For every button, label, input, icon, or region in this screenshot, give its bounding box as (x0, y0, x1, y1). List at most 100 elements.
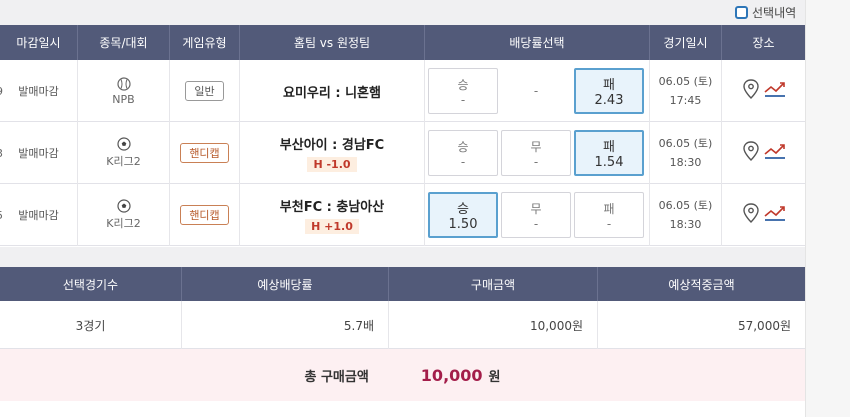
game-type-cell: 일반 (170, 60, 240, 122)
date-cell: 06.05 (토) 18:30 (650, 122, 722, 184)
soccer-icon (116, 137, 131, 151)
selected-game-count: 3경기 (0, 301, 182, 349)
league-name: NPB (112, 92, 135, 106)
odds-win-button[interactable]: 승 - (428, 68, 498, 114)
game-type-cell: 핸디캡 (170, 122, 240, 184)
selection-history-toggle[interactable]: 선택내역 (735, 2, 796, 22)
expected-payout: 57,000원 (737, 318, 791, 333)
odds-lose-label: 패 (603, 78, 615, 93)
sport-cell: NPB (78, 60, 170, 122)
odds-win-button[interactable]: 승 1.50 (428, 192, 498, 238)
sport-cell: K리그2 (78, 184, 170, 246)
game-row: 9 발매마감 NPB 일반 요미우리 : 니혼햄 승 - - 패 2.43 06… (0, 60, 805, 122)
game-time: 18:30 (669, 218, 702, 231)
place-cell (722, 122, 805, 184)
location-pin-icon[interactable] (741, 78, 761, 104)
summary-col-amount: 구매금액 (389, 267, 598, 301)
stats-chart-icon[interactable] (763, 142, 787, 164)
sport-cell: K리그2 (78, 122, 170, 184)
total-unit: 원 (488, 369, 501, 385)
game-type-badge: 일반 (185, 81, 224, 101)
league-name: K리그2 (106, 155, 141, 168)
deadline-status: 발매마감 (18, 147, 59, 160)
league-name: K리그2 (106, 217, 141, 230)
odds-lose-value: - (606, 216, 612, 231)
odds-draw-value: - (533, 84, 539, 98)
odds-lose-label: 패 (603, 140, 615, 155)
odds-draw-button[interactable]: 무 - (501, 130, 571, 176)
odds-lose-button[interactable]: 패 1.54 (574, 130, 644, 176)
odds-win-value: - (460, 154, 466, 169)
checkbox[interactable] (735, 5, 748, 19)
odds-cell: 승 1.50 무 - 패 - (425, 184, 650, 246)
soccer-icon (116, 199, 131, 213)
odds-win-label: 승 (457, 202, 469, 217)
summary-col-odds: 예상배당률 (182, 267, 389, 301)
game-time: 17:45 (669, 94, 702, 107)
baseball-icon (116, 76, 131, 91)
selection-history-label: 선택내역 (752, 5, 797, 20)
place-cell (722, 60, 805, 122)
total-amount: 10,000 (420, 365, 483, 385)
col-date: 경기일시 (650, 25, 722, 60)
deadline-cell: 5 발매마감 (0, 184, 78, 246)
odds-draw-button[interactable]: 무 - (501, 192, 571, 238)
odds-win-value: - (460, 92, 466, 107)
deadline-cell: 3 발매마감 (0, 122, 78, 184)
odds-win-label: 승 (457, 77, 469, 92)
location-pin-icon[interactable] (741, 140, 761, 166)
game-row: 5 발매마감 K리그2 핸디캡 부천FC : 충남아산 H +1.0 승 1.5… (0, 184, 805, 246)
game-time: 18:30 (669, 156, 702, 169)
odds-lose-button[interactable]: 패 - (574, 192, 644, 238)
odds-lose-value: 2.43 (594, 93, 624, 108)
summary-header: 선택경기수 예상배당률 구매금액 예상적중금액 (0, 267, 805, 301)
matchup: 부천FC : 충남아산 (279, 200, 385, 215)
stats-chart-icon[interactable] (763, 80, 787, 102)
summary-col-expected: 예상적중금액 (668, 277, 735, 292)
matchup: 부산아이 : 경남FC (279, 138, 385, 153)
col-sport: 종목/대회 (78, 25, 170, 60)
deadline-status: 발매마감 (18, 209, 59, 222)
odds-draw-value: - (533, 216, 539, 231)
game-date: 06.05 (토) (658, 137, 713, 150)
odds-win-button[interactable]: 승 - (428, 130, 498, 176)
expected-odds: 5.7배 (182, 301, 389, 349)
place-cell (722, 184, 805, 246)
teams-cell: 부산아이 : 경남FC H -1.0 (240, 122, 425, 184)
stats-chart-icon[interactable] (763, 204, 787, 226)
deadline-cell: 9 발매마감 (0, 60, 78, 122)
teams-cell: 부천FC : 충남아산 H +1.0 (240, 184, 425, 246)
col-game-type: 게임유형 (170, 25, 240, 60)
handicap-value: H +1.0 (305, 219, 359, 234)
game-type-badge: 핸디캡 (180, 143, 229, 163)
date-cell: 06.05 (토) 17:45 (650, 60, 722, 122)
col-odds: 배당률선택 (425, 25, 650, 60)
game-number: 3 (0, 147, 3, 160)
odds-draw-button[interactable]: - (501, 68, 571, 114)
odds-draw-label: 무 (530, 139, 542, 154)
odds-lose-label: 패 (603, 201, 615, 216)
odds-draw-value: - (533, 154, 539, 169)
game-number: 5 (0, 209, 3, 222)
summary-col-count: 선택경기수 (0, 267, 182, 301)
game-date: 06.05 (토) (658, 199, 713, 212)
matchup: 요미우리 : 니혼햄 (283, 85, 381, 101)
scrollbar[interactable] (805, 0, 850, 417)
odds-lose-button[interactable]: 패 2.43 (574, 68, 644, 114)
odds-win-value: 1.50 (448, 217, 478, 232)
location-pin-icon[interactable] (741, 202, 761, 228)
purchase-amount: 10,000원 (389, 301, 598, 349)
game-type-badge: 핸디캡 (180, 205, 229, 225)
date-cell: 06.05 (토) 18:30 (650, 184, 722, 246)
game-row: 3 발매마감 K리그2 핸디캡 부산아이 : 경남FC H -1.0 승 - 무… (0, 122, 805, 184)
purchase-summary: 선택경기수 예상배당률 구매금액 예상적중금액 3경기 5.7배 10,000원… (0, 267, 805, 417)
total-purchase: 총 구매금액 10,000 원 (0, 349, 805, 401)
col-place: 장소 (752, 36, 775, 50)
game-type-cell: 핸디캡 (170, 184, 240, 246)
handicap-value: H -1.0 (307, 157, 357, 172)
summary-values: 3경기 5.7배 10,000원 57,000원 (0, 301, 805, 349)
odds-win-label: 승 (457, 139, 469, 154)
total-label: 총 구매금액 (304, 369, 369, 385)
odds-draw-label: 무 (530, 201, 542, 216)
game-number: 9 (0, 85, 3, 98)
